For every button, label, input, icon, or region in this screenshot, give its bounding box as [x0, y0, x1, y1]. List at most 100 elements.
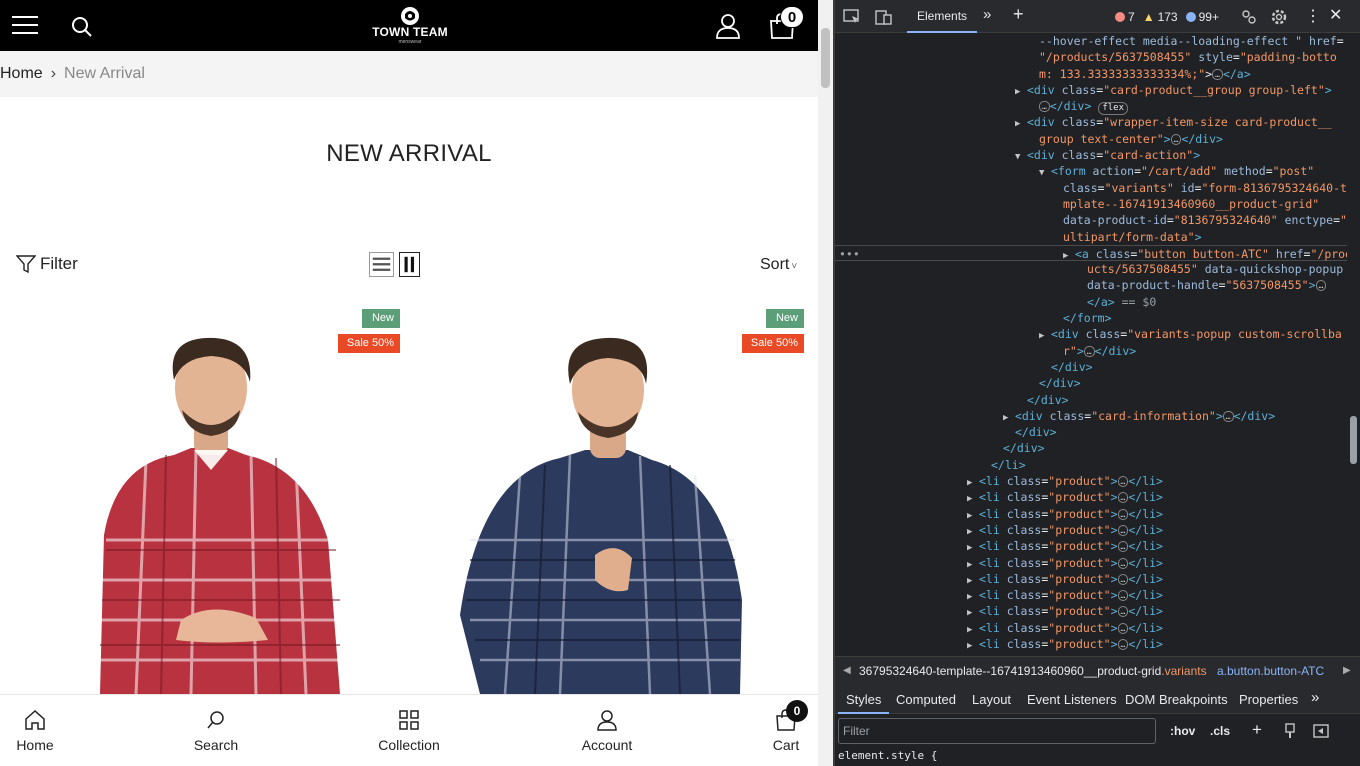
- dom-line[interactable]: </div>: [835, 424, 1347, 440]
- flex-badge[interactable]: flex: [1098, 102, 1128, 116]
- dom-line[interactable]: data-product-id="8136795324640" enctype=…: [835, 212, 1347, 228]
- dom-line[interactable]: ▶ <div class="variants-popup custom-scrol…: [835, 326, 1347, 342]
- bottom-nav-search[interactable]: Search: [192, 709, 240, 753]
- dom-line[interactable]: ▶ <li class="product">… </li>: [835, 489, 1347, 505]
- site-scrollbar[interactable]: [818, 0, 833, 766]
- search-icon[interactable]: [70, 15, 94, 39]
- dom-line[interactable]: class="variants" id="form-8136795324640-…: [835, 180, 1347, 196]
- dom-line[interactable]: </form>: [835, 310, 1347, 326]
- dom-line[interactable]: </li>: [835, 457, 1347, 473]
- dom-line[interactable]: ▶ <li class="product">… </li>: [835, 473, 1347, 489]
- account-icon[interactable]: [715, 13, 741, 39]
- dom-line[interactable]: </div>: [835, 375, 1347, 391]
- dom-line[interactable]: ultipart/form-data">: [835, 229, 1347, 245]
- dom-line[interactable]: </div>: [835, 440, 1347, 456]
- dom-line[interactable]: data-product-handle="5637508455">…: [835, 277, 1347, 293]
- breadcrumb-home[interactable]: Home: [0, 65, 43, 82]
- dom-line[interactable]: </div>: [835, 392, 1347, 408]
- product-card[interactable]: New Sale 50%: [6, 300, 410, 694]
- tab-properties[interactable]: Properties: [1239, 692, 1298, 707]
- customize-issues-icon[interactable]: [1240, 8, 1258, 26]
- bottom-nav-collection[interactable]: Collection: [376, 709, 442, 753]
- scrollbar-thumb[interactable]: [821, 28, 830, 88]
- grid-view-icon[interactable]: [399, 252, 420, 277]
- new-style-rule-icon[interactable]: +: [1252, 720, 1262, 740]
- dom-line[interactable]: --hover-effect media--loading-effect " h…: [835, 33, 1347, 49]
- dom-line[interactable]: ▶ <li class="product">… </li>: [835, 636, 1347, 652]
- collapsed-content-icon[interactable]: …: [1117, 606, 1129, 618]
- close-icon[interactable]: ✕: [1329, 5, 1342, 25]
- dom-line[interactable]: ▶ <li class="product">… </li>: [835, 603, 1347, 619]
- dom-line[interactable]: r">… </div>: [835, 343, 1347, 359]
- dom-line[interactable]: </div>: [835, 359, 1347, 375]
- cls-toggle[interactable]: .cls: [1210, 724, 1230, 738]
- crumbs-left-icon[interactable]: ◀: [843, 657, 851, 685]
- dom-line[interactable]: ▶ <div class="wrapper-item-size card-prod…: [835, 114, 1347, 130]
- dom-line[interactable]: … </div> flex: [835, 98, 1347, 116]
- tab-computed[interactable]: Computed: [896, 692, 956, 707]
- collapsed-content-icon[interactable]: …: [1039, 101, 1050, 113]
- collapsed-content-icon[interactable]: …: [1170, 133, 1182, 145]
- tab-dom-breakpoints[interactable]: DOM Breakpoints: [1125, 692, 1228, 707]
- dom-line[interactable]: </a> == $0: [835, 294, 1347, 310]
- tab-event-listeners[interactable]: Event Listeners: [1027, 692, 1117, 707]
- menu-icon[interactable]: [12, 15, 38, 35]
- more-options-icon[interactable]: ⋮: [1305, 6, 1321, 26]
- dom-line[interactable]: ▶ <li class="product">… </li>: [835, 506, 1347, 522]
- dom-line[interactable]: ▼ <div class="card-action">: [835, 147, 1347, 163]
- dom-line[interactable]: ▶ <li class="product">… </li>: [835, 522, 1347, 538]
- issue-counts[interactable]: 7 ▲ 173 99+: [1115, 10, 1219, 24]
- scrollbar-thumb[interactable]: [1350, 416, 1357, 464]
- collapsed-content-icon[interactable]: …: [1117, 508, 1129, 520]
- collapsed-content-icon[interactable]: …: [1117, 557, 1129, 569]
- styles-filter-input[interactable]: Filter: [838, 718, 1156, 744]
- more-tabs-icon[interactable]: »: [1311, 689, 1319, 706]
- dom-line[interactable]: "/products/5637508455" style="padding-bo…: [835, 49, 1347, 65]
- tab-layout[interactable]: Layout: [972, 692, 1011, 707]
- hov-toggle[interactable]: :hov: [1170, 724, 1195, 738]
- crumb-current[interactable]: a.button.button-ATC: [1217, 657, 1324, 685]
- dom-line[interactable]: ▶ <li class="product">… </li>: [835, 555, 1347, 571]
- collapsed-content-icon[interactable]: …: [1083, 345, 1095, 357]
- product-card[interactable]: New Sale 50%: [410, 300, 814, 694]
- tab-styles[interactable]: Styles: [837, 692, 890, 714]
- more-tabs-icon[interactable]: »: [983, 6, 991, 23]
- list-view-icon[interactable]: [369, 252, 394, 277]
- sort-button[interactable]: Sort ˅: [760, 256, 797, 274]
- town-team-logo[interactable]: TOWN TEAM menswear: [360, 6, 460, 46]
- collapsed-content-icon[interactable]: …: [1222, 410, 1234, 422]
- bottom-nav-account[interactable]: Account: [578, 709, 636, 753]
- dom-line-selected[interactable]: ••• ▶ <a class="button button-ATC" href="/…: [835, 244, 1347, 262]
- collapsed-content-icon[interactable]: …: [1117, 541, 1129, 553]
- dom-line[interactable]: ▼ <form action="/cart/add" method="post": [835, 163, 1347, 179]
- collapsed-content-icon[interactable]: …: [1117, 476, 1129, 488]
- collapsed-content-icon[interactable]: …: [1117, 590, 1129, 602]
- filter-button[interactable]: Filter: [16, 254, 78, 274]
- dom-line[interactable]: ▶ <li class="product">… </li>: [835, 538, 1347, 554]
- crumb-form[interactable]: 36795324640-template--16741913460960__pr…: [859, 657, 1207, 685]
- dom-scrollbar[interactable]: [1347, 33, 1360, 656]
- collapsed-content-icon[interactable]: …: [1117, 492, 1129, 504]
- product-image[interactable]: [410, 300, 814, 694]
- collapsed-content-icon[interactable]: …: [1315, 280, 1327, 292]
- dom-line[interactable]: ▶ <div class="card-product__group group-l…: [835, 82, 1347, 98]
- sidebar-toggle-icon[interactable]: [1313, 724, 1329, 738]
- dom-tree[interactable]: --hover-effect media--loading-effect " h…: [835, 33, 1347, 656]
- collapsed-content-icon[interactable]: …: [1117, 524, 1129, 536]
- dom-line[interactable]: ucts/5637508455" data-quickshop-popup: [835, 261, 1347, 277]
- dom-line[interactable]: ▶ <li class="product">… </li>: [835, 571, 1347, 587]
- collapsed-content-icon[interactable]: …: [1117, 573, 1129, 585]
- add-tab-icon[interactable]: +: [1013, 4, 1024, 25]
- dom-line[interactable]: ▶ <li class="product">… </li>: [835, 587, 1347, 603]
- tab-elements[interactable]: Elements: [906, 9, 978, 33]
- brush-icon[interactable]: [1283, 723, 1297, 739]
- inspect-element-icon[interactable]: [843, 8, 861, 26]
- collapsed-content-icon[interactable]: …: [1212, 68, 1223, 80]
- dom-line[interactable]: group text-center">… </div>: [835, 131, 1347, 147]
- expand-arrow-icon[interactable]: ▶: [967, 638, 979, 654]
- crumbs-right-icon[interactable]: ▶: [1343, 657, 1351, 685]
- collapsed-content-icon[interactable]: …: [1117, 622, 1129, 634]
- dom-line[interactable]: ▶ <div class="card-information">… </div>: [835, 408, 1347, 424]
- bottom-nav-home[interactable]: Home: [14, 709, 56, 753]
- dom-line[interactable]: mplate--16741913460960__product-grid": [835, 196, 1347, 212]
